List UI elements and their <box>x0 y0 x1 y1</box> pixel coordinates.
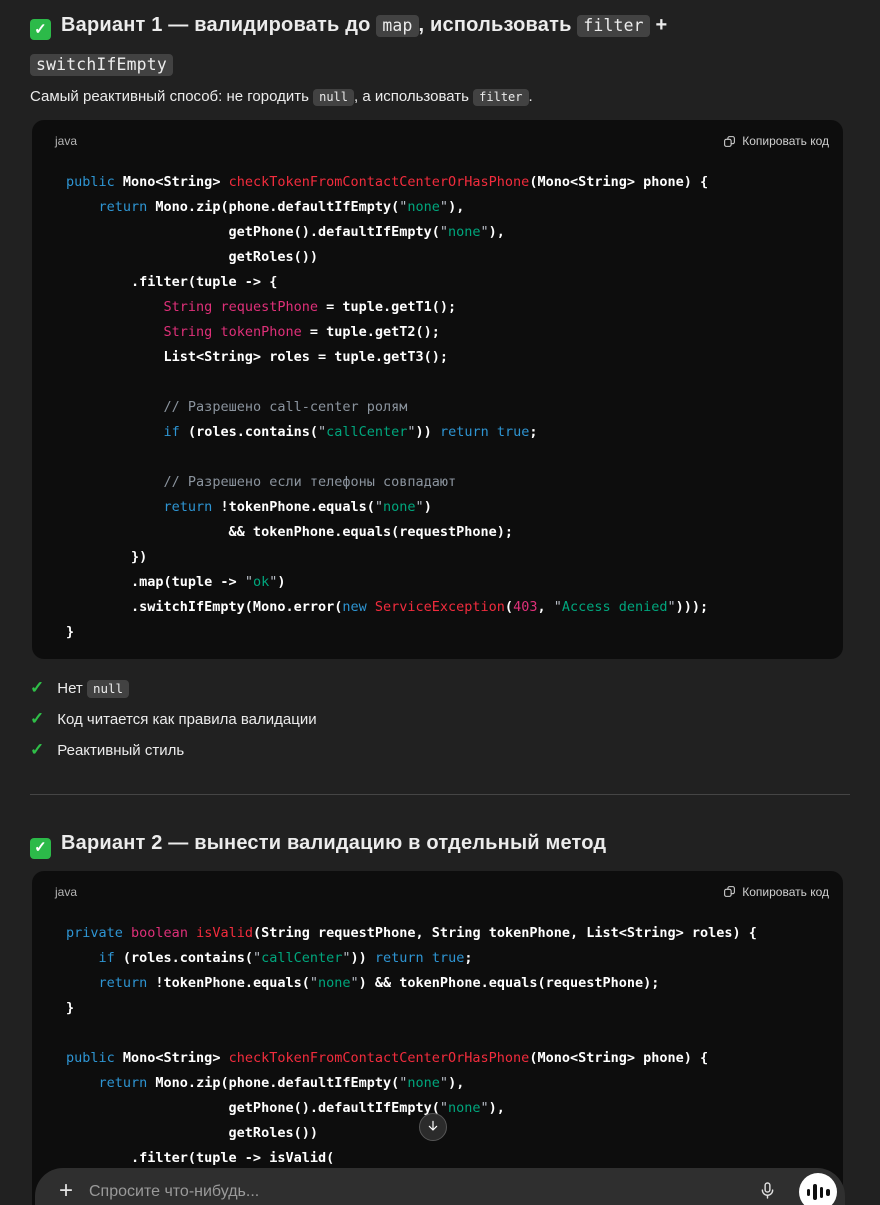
section-divider <box>30 794 850 795</box>
text-run: . <box>528 88 533 105</box>
text-run: Самый реактивный способ: не городить <box>30 88 314 105</box>
code-block-header: java Копировать код <box>32 871 843 913</box>
chat-message: ✓ Вариант 1 — валидировать до map, исполь… <box>0 0 880 1205</box>
copy-code-button[interactable]: Копировать код <box>723 885 829 899</box>
variant1-subtitle: Самый реактивный способ: не городить nul… <box>30 86 850 108</box>
text-run: Реактивный стиль <box>57 742 185 759</box>
check-icon: ✓ <box>30 740 45 759</box>
benefits-checklist: ✓ Нет null ✓ Код читается как правила валид… <box>30 673 850 766</box>
code-line: // Разрешено call-center ролям <box>163 399 408 415</box>
code-line: private boolean isValid(String requestPh… <box>66 924 757 941</box>
code-line: return Mono.zip(phone.defaultIfEmpty("no… <box>98 1074 465 1091</box>
composer-bar: + <box>35 1168 845 1205</box>
microphone-button[interactable] <box>751 1176 783 1205</box>
variant1-heading: ✓ Вариант 1 — валидировать до map, исполь… <box>30 6 775 84</box>
checklist-item: ✓ Нет null <box>30 673 850 704</box>
code-block-variant2: java Копировать код private boolean isVa… <box>32 870 843 1205</box>
text-run: Нет <box>57 680 87 697</box>
checklist-item: ✓ Код читается как правила валидации <box>30 704 850 735</box>
green-check-emoji: ✓ <box>30 19 51 40</box>
check-icon: ✓ <box>30 709 45 728</box>
copy-icon <box>723 135 736 148</box>
code-line: if (roles.contains("callCenter")) return… <box>163 424 538 440</box>
code-line: } <box>66 624 75 640</box>
code-line: return Mono.zip(phone.defaultIfEmpty("no… <box>98 199 465 215</box>
code-line: .switchIfEmpty(Mono.error(new ServiceExc… <box>66 599 709 615</box>
code-line: return !tokenPhone.equals("none") <box>163 499 432 515</box>
code-line: return !tokenPhone.equals("none") && tok… <box>98 974 660 991</box>
arrow-down-icon <box>425 1118 441 1137</box>
code-line: public Mono<String> checkTokenFromContac… <box>66 174 709 190</box>
code-line: } <box>66 999 75 1016</box>
attach-plus-button[interactable]: + <box>49 1174 83 1205</box>
code-line: .filter(tuple -> isValid( <box>66 1149 335 1166</box>
code-line: if (roles.contains("callCenter")) return… <box>98 949 473 966</box>
text-run: Вариант 2 — вынести валидацию в отдельны… <box>61 832 607 854</box>
text-run: Код читается как правила валидации <box>57 711 317 728</box>
code-line: .filter(tuple -> { <box>66 274 278 290</box>
code-line: getRoles()) <box>66 249 318 265</box>
inline-code-chip: filter <box>473 89 529 106</box>
inline-code-chip: map <box>376 15 419 37</box>
waveform-icon <box>806 1184 830 1200</box>
checklist-item: ✓ Реактивный стиль <box>30 735 850 766</box>
code-block-header: java Копировать код <box>32 120 843 162</box>
voice-mode-button[interactable] <box>799 1173 837 1205</box>
text-run: , использовать <box>418 14 578 36</box>
code-line: }) <box>66 549 148 565</box>
code-line: .map(tuple -> "ok") <box>66 574 286 590</box>
copy-button-label: Копировать код <box>742 134 829 148</box>
text-run: , а использовать <box>354 88 474 105</box>
code-content: public Mono<String> checkTokenFromContac… <box>32 162 843 659</box>
inline-code-chip: null <box>313 89 354 106</box>
checklist-item-text: Реактивный стиль <box>57 736 184 766</box>
checklist-item-text: Нет null <box>57 674 130 704</box>
text-run: Вариант 1 — валидировать до <box>61 14 377 36</box>
inline-code-chip: filter <box>577 15 650 37</box>
inline-code-chip: switchIfEmpty <box>30 54 173 76</box>
code-content: private boolean isValid(String requestPh… <box>32 913 843 1185</box>
copy-code-button[interactable]: Копировать код <box>723 134 829 148</box>
code-line: List<String> roles = tuple.getT3(); <box>66 349 449 365</box>
message-input[interactable] <box>89 1178 649 1205</box>
check-icon: ✓ <box>30 678 45 697</box>
code-line: // Разрешено если телефоны совпадают <box>163 474 457 490</box>
copy-button-label: Копировать код <box>742 884 829 899</box>
code-line: String requestPhone = tuple.getT1(); <box>163 299 457 315</box>
code-language-label: java <box>55 884 78 899</box>
copy-icon <box>723 885 736 898</box>
code-line: getPhone().defaultIfEmpty("none"), <box>66 1099 505 1116</box>
code-line: public Mono<String> checkTokenFromContac… <box>66 1049 709 1066</box>
text-run: + <box>649 14 668 36</box>
variant2-heading: ✓ Вариант 2 — вынести валидацию в отдельн… <box>30 828 775 859</box>
code-line: && tokenPhone.equals(requestPhone); <box>66 524 514 540</box>
green-check-emoji: ✓ <box>30 837 51 859</box>
inline-code-chip: null <box>86 680 130 698</box>
microphone-icon <box>758 1181 777 1203</box>
scroll-to-bottom-button[interactable] <box>419 1113 447 1141</box>
code-line: String tokenPhone = tuple.getT2(); <box>163 324 440 340</box>
checklist-item-text: Код читается как правила валидации <box>57 705 316 735</box>
code-block-variant1: java Копировать код public Mono<String> … <box>32 120 843 659</box>
code-language-label: java <box>55 134 78 148</box>
code-line: getPhone().defaultIfEmpty("none"), <box>66 224 505 240</box>
